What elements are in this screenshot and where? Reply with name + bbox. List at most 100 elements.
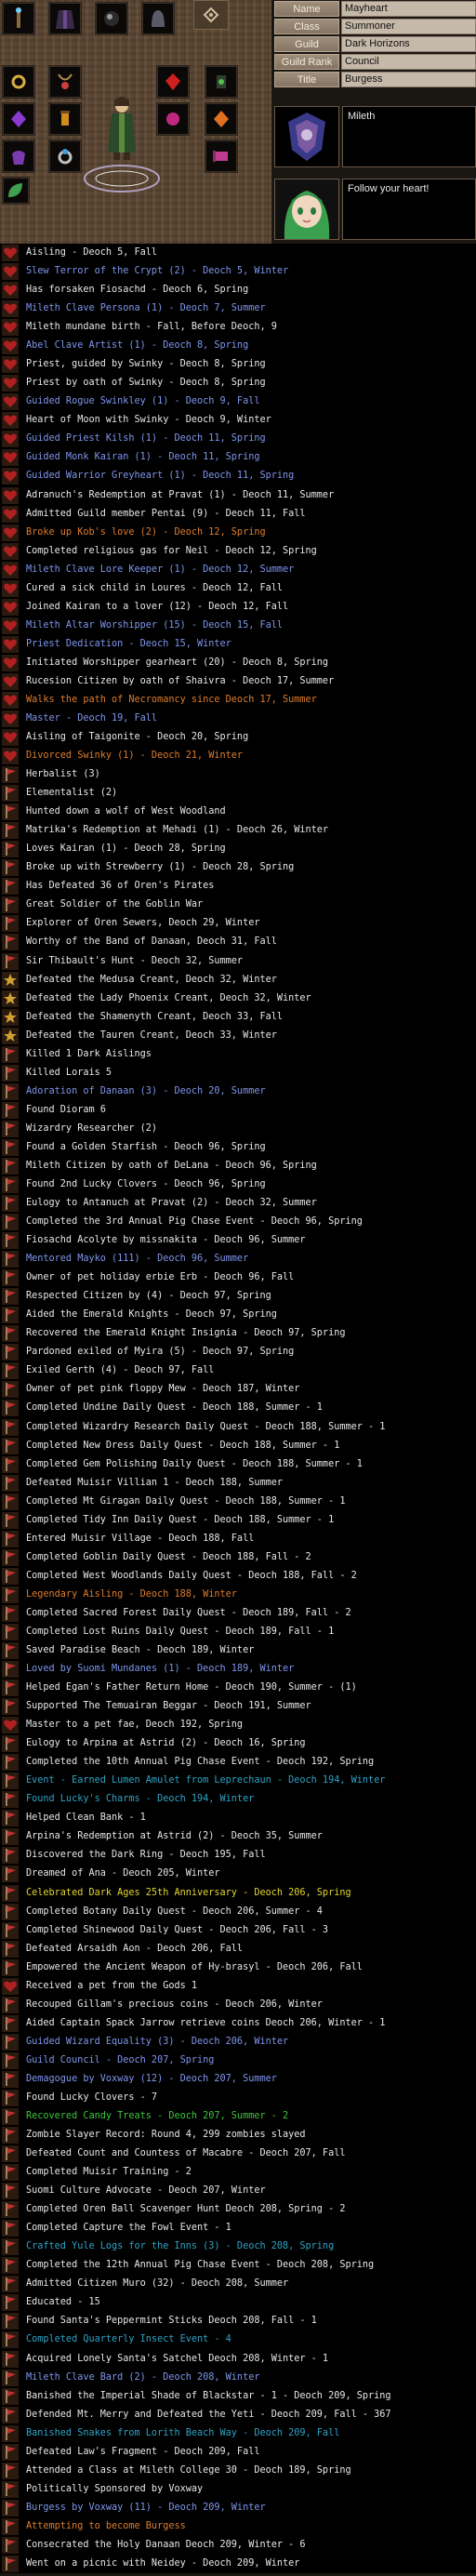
legend-item: Defeated the Tauren Creant, Deoch 33, Wi… <box>0 1027 476 1045</box>
legend-item: Completed religious gas for Neil - Deoch… <box>0 542 476 561</box>
legend-item: Legendary Aisling - Deoch 188, Winter <box>0 1586 476 1604</box>
equip-slot-helm[interactable] <box>141 2 175 35</box>
legend-text: Consecrated the Holy Danaan Deoch 209, W… <box>26 2539 306 2550</box>
legend-text: Priest by oath of Swinky - Deoch 8, Spri… <box>26 378 266 389</box>
legend-text: Aided the Emerald Knights - Deoch 97, Sp… <box>26 1309 277 1321</box>
legend-text: Found 2nd Lucky Clovers - Deoch 96, Spri… <box>26 1179 266 1189</box>
legend-item: Recovered the Emerald Knight Insignia - … <box>0 1324 476 1343</box>
legend-text: Aided Captain Spack Jarrow retrieve coin… <box>26 2017 386 2028</box>
flag-icon <box>2 2406 19 2423</box>
legend-item: Guided Wizard Equality (3) - Deoch 206, … <box>0 2033 476 2052</box>
legend-text: Walks the path of Necromancy since Deoch… <box>26 694 317 705</box>
equip-slot-necklace[interactable] <box>48 65 82 99</box>
legend-item: Supported The Temuairan Beggar - Deoch 1… <box>0 1697 476 1716</box>
flag-icon <box>2 1847 19 1865</box>
equip-slot-shield[interactable] <box>95 2 128 35</box>
equip-slot-belt[interactable] <box>2 102 35 136</box>
legend-item: Completed Muisir Training - 2 <box>0 2163 476 2182</box>
equip-slot-boots[interactable] <box>156 102 190 136</box>
flag-icon <box>2 2331 19 2349</box>
flag-icon <box>2 841 19 858</box>
equip-slot-greaves[interactable] <box>48 102 82 136</box>
flag-icon <box>2 1288 19 1306</box>
equip-slot-ring-right[interactable] <box>205 139 238 173</box>
legend-text: Rucesion Citizen by oath of Shaivra - De… <box>26 675 335 686</box>
legend-item: Completed Tidy Inn Daily Quest - Deoch 1… <box>0 1511 476 1530</box>
equip-slot-armor[interactable] <box>48 2 82 35</box>
heart-icon <box>2 505 19 523</box>
legend-text: Killed Lorais 5 <box>26 1067 112 1078</box>
legend-item: Guided Warrior Greyheart (1) - Deoch 11,… <box>0 467 476 485</box>
legend-text: Completed religious gas for Neil - Deoch… <box>26 545 317 556</box>
legend-text: Arpina's Redemption at Astrid (2) - Deoc… <box>26 1831 323 1842</box>
star-icon <box>2 989 19 1007</box>
legend-item: Broke up Kob's love (2) - Deoch 12, Spri… <box>0 524 476 542</box>
legend-item: Helped Egan's Father Return Home - Deoch… <box>0 1679 476 1697</box>
legend-text: Completed the 3rd Annual Pig Chase Event… <box>26 1216 363 1228</box>
legend-item: Mentored Mayko (111) - Deoch 96, Summer <box>0 1250 476 1268</box>
legend-item: Found 2nd Lucky Clovers - Deoch 96, Spri… <box>0 1175 476 1194</box>
heart-icon <box>2 729 19 747</box>
legend-text: Cured a sick child in Loures - Deoch 12,… <box>26 582 284 593</box>
legend-text: Broke up with Strewberry (1) - Deoch 28,… <box>26 862 295 873</box>
flag-icon <box>2 2033 19 2051</box>
legend-text: Defeated the Tauren Creant, Deoch 33, Wi… <box>26 1029 277 1041</box>
equip-slot-weapon[interactable] <box>2 2 35 35</box>
title-value[interactable]: Burgess <box>341 72 476 87</box>
flag-icon <box>2 2294 19 2312</box>
legend-item: Zombie Slayer Record: Round 4, 299 zombi… <box>0 2126 476 2144</box>
legend-text: Event - Earned Lumen Amulet from Leprech… <box>26 1775 386 1786</box>
heart-icon <box>2 579 19 597</box>
name-label: Name <box>274 1 339 17</box>
legend-text: Has forsaken Fiosachd - Deoch 6, Spring <box>26 285 249 296</box>
legend-text: Completed Shinewood Daily Quest - Deoch … <box>26 1924 329 1935</box>
legend-item: Completed Wizardry Research Daily Quest … <box>0 1418 476 1437</box>
flag-icon <box>2 1120 19 1137</box>
name-value: Mayheart <box>341 1 476 17</box>
legend-item: Mileth Altar Worshipper (15) - Deoch 15,… <box>0 617 476 635</box>
legend-text: Recovered Candy Treats - Deoch 207, Summ… <box>26 2111 289 2121</box>
legend-item: Pardoned exiled of Myira (5) - Deoch 97,… <box>0 1343 476 1361</box>
flag-icon <box>2 1940 19 1958</box>
pouch-icon <box>12 151 25 165</box>
legend-item: Suomi Culture Advocate - Deoch 207, Wint… <box>0 2182 476 2200</box>
equip-slot-foot[interactable] <box>2 139 35 173</box>
legend-item: Dreamed of Ana - Deoch 205, Winter <box>0 1865 476 1883</box>
heart-icon <box>2 449 19 467</box>
flag-icon <box>2 2127 19 2144</box>
profile-row-guild: Guild Dark Horizons <box>274 35 476 53</box>
legend-text: Celebrated Dark Ages 25th Anniversary - … <box>26 1887 351 1898</box>
gem-red-icon <box>165 73 180 90</box>
equip-slot-gauntlet[interactable] <box>156 65 190 99</box>
legend-text: Herbalist (3) <box>26 769 100 780</box>
flag-icon <box>2 2201 19 2219</box>
nation-box: Mileth <box>342 106 476 167</box>
flag-icon <box>2 1530 19 1547</box>
legend-text: Owner of pet holiday erbie Erb - Deoch 9… <box>26 1272 295 1283</box>
flag-icon <box>2 1082 19 1100</box>
legend-text: Joined Kairan to a lover (12) - Deoch 12… <box>26 601 289 612</box>
equip-slot-overcoat[interactable] <box>205 102 238 136</box>
legend-text: Completed New Dress Daily Quest - Deoch … <box>26 1440 340 1451</box>
legend-item: Saved Paradise Beach - Deoch 189, Winter <box>0 1641 476 1660</box>
legend-text: Hunted down a wolf of West Woodland <box>26 806 226 817</box>
legend-text: Completed Gem Polishing Daily Quest - De… <box>26 1458 363 1469</box>
equip-slot-misc[interactable] <box>2 177 30 205</box>
legend-text: Defeated Law's Fragment - Deoch 209, Fal… <box>26 2446 260 2457</box>
equip-slot-earring[interactable] <box>2 65 35 99</box>
flag-icon <box>2 822 19 840</box>
flag-icon <box>2 1754 19 1772</box>
character-sprite <box>108 97 136 160</box>
legend-text: Elementalist (2) <box>26 788 118 799</box>
close-button[interactable] <box>193 0 229 30</box>
legend-text: Completed Undine Daily Quest - Deoch 188… <box>26 1402 323 1414</box>
legend-text: Completed the 10th Annual Pig Chase Even… <box>26 1757 375 1768</box>
profile-message-box: Follow your heart! <box>342 179 476 240</box>
legend-item: Burgess by Voxway (11) - Deoch 209, Wint… <box>0 2499 476 2517</box>
flag-icon <box>2 1773 19 1790</box>
legend-item: Respected Citizen by (4) - Deoch 97, Spr… <box>0 1287 476 1306</box>
legend-text: Defeated the Shamenyth Creant, Deoch 33,… <box>26 1011 284 1022</box>
heart-icon <box>2 1977 19 1995</box>
equip-slot-accessory[interactable] <box>205 65 238 99</box>
equip-slot-ring-left[interactable] <box>48 139 82 173</box>
